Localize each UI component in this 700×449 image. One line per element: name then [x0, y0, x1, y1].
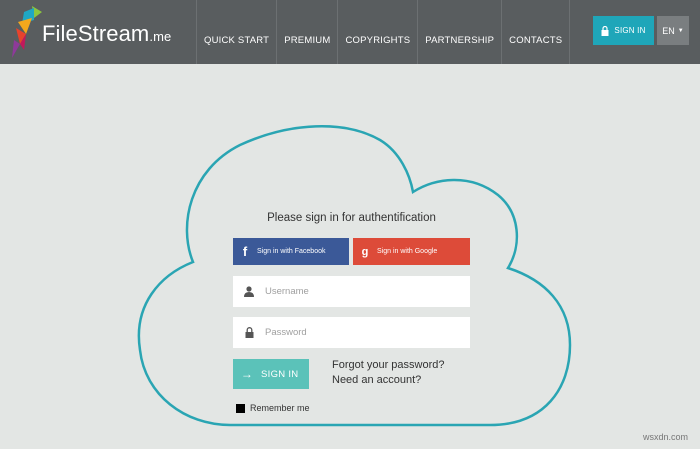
password-input[interactable] [265, 327, 455, 338]
brand-logo[interactable]: FileStream.me [10, 6, 171, 58]
lock-icon [233, 327, 265, 338]
remember-me: Remember me [236, 403, 310, 413]
watermark: wsxdn.com [643, 432, 689, 442]
top-navbar: FileStream.me QUICK START PREMIUM COPYRI… [0, 0, 700, 64]
nav-premium[interactable]: PREMIUM [276, 0, 337, 64]
facebook-icon: f [242, 244, 248, 259]
remember-me-label: Remember me [250, 403, 310, 413]
sign-in-button[interactable]: → SIGN IN [233, 359, 309, 389]
header-sign-in-label: SIGN IN [614, 26, 646, 35]
brand-suffix: .me [149, 29, 172, 44]
nav-contacts[interactable]: CONTACTS [501, 0, 571, 64]
login-heading: Please sign in for authentification [267, 212, 436, 224]
facebook-sign-in-label: Sign in with Facebook [257, 248, 326, 255]
forgot-password-link[interactable]: Forgot your password? [332, 359, 445, 371]
lock-icon [601, 25, 609, 36]
parrot-icon [12, 6, 42, 58]
facebook-sign-in-button[interactable]: f Sign in with Facebook [233, 238, 349, 265]
google-icon: g [361, 245, 369, 258]
sign-in-label: SIGN IN [261, 368, 299, 380]
arrow-right-icon: → [240, 367, 254, 381]
user-icon [233, 286, 265, 297]
header-sign-in-button[interactable]: SIGN IN [593, 16, 654, 45]
remember-me-checkbox[interactable] [236, 403, 245, 413]
brand-name-text: FileStream [42, 21, 150, 46]
brand-name: FileStream.me [42, 21, 171, 47]
username-field[interactable] [233, 276, 470, 307]
language-selector[interactable]: EN ▼ [657, 16, 689, 45]
username-input[interactable] [265, 286, 455, 297]
nav-partnership[interactable]: PARTNERSHIP [417, 0, 501, 64]
caret-down-icon: ▼ [677, 27, 684, 34]
google-sign-in-button[interactable]: g Sign in with Google [353, 238, 470, 265]
main-nav: QUICK START PREMIUM COPYRIGHTS PARTNERSH… [196, 0, 571, 64]
nav-copyrights[interactable]: COPYRIGHTS [337, 0, 417, 64]
need-account-link[interactable]: Need an account? [332, 374, 421, 386]
password-field[interactable] [233, 317, 470, 348]
language-label: EN [662, 25, 675, 36]
google-sign-in-label: Sign in with Google [377, 248, 438, 255]
nav-quick-start[interactable]: QUICK START [196, 0, 276, 64]
